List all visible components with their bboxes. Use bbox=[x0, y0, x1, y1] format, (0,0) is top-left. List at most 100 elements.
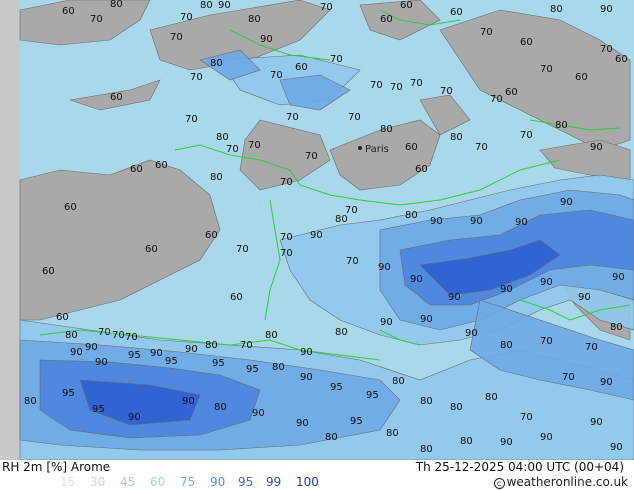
credit-text: weatheronline.co.uk bbox=[506, 475, 628, 489]
contour-label: 70 bbox=[390, 82, 403, 93]
contour-label: 80 bbox=[335, 214, 348, 225]
contour-label: 70 bbox=[562, 372, 575, 383]
contour-label: 90 bbox=[128, 412, 141, 423]
contour-label: 60 bbox=[415, 164, 428, 175]
legend-item: 30 bbox=[90, 475, 106, 489]
contour-label: 70 bbox=[170, 32, 183, 43]
contour-label: 70 bbox=[540, 64, 553, 75]
humidity-map: 60 70 80 70 80 90 80 90 70 60 60 60 70 60 80 90 70 70 80 70… bbox=[0, 0, 634, 460]
contour-label: 90 bbox=[182, 396, 195, 407]
contour-label: 90 bbox=[380, 317, 393, 328]
legend-item: 99 bbox=[266, 475, 282, 489]
contour-label: 70 bbox=[520, 130, 533, 141]
contour-label: 70 bbox=[248, 140, 261, 151]
contour-label: 95 bbox=[350, 416, 363, 427]
contour-label: 60 bbox=[64, 202, 77, 213]
contour-label: 80 bbox=[610, 322, 623, 333]
contour-label: 60 bbox=[380, 14, 393, 25]
contour-label: 90 bbox=[95, 357, 108, 368]
contour-label: 90 bbox=[70, 347, 83, 358]
contour-label: 90 bbox=[560, 197, 573, 208]
valid-time: Th 25-12-2025 04:00 UTC (00+04) bbox=[415, 460, 624, 474]
contour-label: 70 bbox=[475, 142, 488, 153]
contour-label: 70 bbox=[520, 412, 533, 423]
contour-label: 70 bbox=[480, 27, 493, 38]
contour-label: 80 bbox=[265, 330, 278, 341]
contour-label: 90 bbox=[448, 292, 461, 303]
contour-label: 90 bbox=[260, 34, 273, 45]
contour-label: 70 bbox=[286, 112, 299, 123]
contour-label: 90 bbox=[300, 372, 313, 383]
contour-label: 80 bbox=[110, 0, 123, 10]
contour-label: 70 bbox=[540, 336, 553, 347]
contour-label: 60 bbox=[205, 230, 218, 241]
contour-label: 60 bbox=[42, 266, 55, 277]
contour-label: 80 bbox=[210, 172, 223, 183]
contour-label: 90 bbox=[500, 437, 513, 448]
contour-label: 95 bbox=[330, 382, 343, 393]
contour-label: 70 bbox=[320, 2, 333, 13]
credit[interactable]: c weatheronline.co.uk bbox=[493, 475, 628, 489]
legend-item: 90 bbox=[210, 475, 226, 489]
map-title: RH 2m [%] Arome bbox=[2, 460, 111, 474]
legend-item: 45 bbox=[120, 475, 136, 489]
weather-map-view: 60 70 80 70 80 90 80 90 70 60 60 60 70 60 80 90 70 70 80 70… bbox=[0, 0, 634, 490]
contour-label: 80 bbox=[335, 327, 348, 338]
contour-label: 95 bbox=[212, 358, 225, 369]
contour-label: 70 bbox=[180, 12, 193, 23]
contour-label: 90 bbox=[378, 262, 391, 273]
legend-item: 95 bbox=[238, 475, 254, 489]
contour-label: 60 bbox=[405, 142, 418, 153]
contour-label: 70 bbox=[346, 256, 359, 267]
contour-label: 90 bbox=[600, 377, 613, 388]
contour-label: 60 bbox=[62, 6, 75, 17]
contour-label: 70 bbox=[585, 342, 598, 353]
contour-label: 60 bbox=[505, 87, 518, 98]
city-label: Paris bbox=[365, 144, 389, 155]
contour-label: 90 bbox=[85, 342, 98, 353]
contour-label: 90 bbox=[185, 344, 198, 355]
contour-label: 70 bbox=[600, 44, 613, 55]
contour-label: 60 bbox=[450, 7, 463, 18]
contour-label: 70 bbox=[280, 177, 293, 188]
legend-item: 60 bbox=[150, 475, 166, 489]
contour-label: 90 bbox=[540, 277, 553, 288]
contour-label: 80 bbox=[386, 428, 399, 439]
contour-label: 60 bbox=[56, 312, 69, 323]
footer-bar: RH 2m [%] Arome Th 25-12-2025 04:00 UTC … bbox=[0, 460, 634, 490]
contour-label: 95 bbox=[128, 350, 141, 361]
contour-label: 70 bbox=[90, 14, 103, 25]
contour-label: 60 bbox=[615, 54, 628, 65]
contour-label: 80 bbox=[500, 340, 513, 351]
contour-label: 80 bbox=[555, 120, 568, 131]
contour-label: 95 bbox=[246, 364, 259, 375]
contour-label: 60 bbox=[145, 244, 158, 255]
contour-label: 80 bbox=[380, 124, 393, 135]
contour-label: 95 bbox=[92, 404, 105, 415]
contour-label: 60 bbox=[520, 37, 533, 48]
contour-label: 60 bbox=[155, 160, 168, 171]
contour-label: 80 bbox=[392, 376, 405, 387]
contour-label: 80 bbox=[216, 132, 229, 143]
contour-label: 70 bbox=[236, 244, 249, 255]
contour-label: 90 bbox=[600, 4, 613, 15]
contour-label: 90 bbox=[540, 432, 553, 443]
contour-label: 70 bbox=[185, 114, 198, 125]
contour-label: 90 bbox=[515, 217, 528, 228]
contour-label: 90 bbox=[420, 314, 433, 325]
contour-label: 60 bbox=[575, 72, 588, 83]
map-canvas: 6070807080 90809070606060706080 9070708070… bbox=[0, 0, 634, 460]
contour-label: 95 bbox=[62, 388, 75, 399]
contour-label: 60 bbox=[400, 0, 413, 11]
contour-label: 90 bbox=[150, 348, 163, 359]
contour-label: 90 bbox=[465, 328, 478, 339]
copyright-icon: c bbox=[493, 478, 505, 489]
contour-label: 80 bbox=[200, 0, 213, 11]
contour-label: 90 bbox=[430, 216, 443, 227]
contour-label: 90 bbox=[410, 274, 423, 285]
contour-label: 90 bbox=[296, 418, 309, 429]
contour-label: 90 bbox=[590, 417, 603, 428]
contour-label: 95 bbox=[366, 390, 379, 401]
contour-label: 70 bbox=[98, 327, 111, 338]
contour-label: 60 bbox=[295, 62, 308, 73]
